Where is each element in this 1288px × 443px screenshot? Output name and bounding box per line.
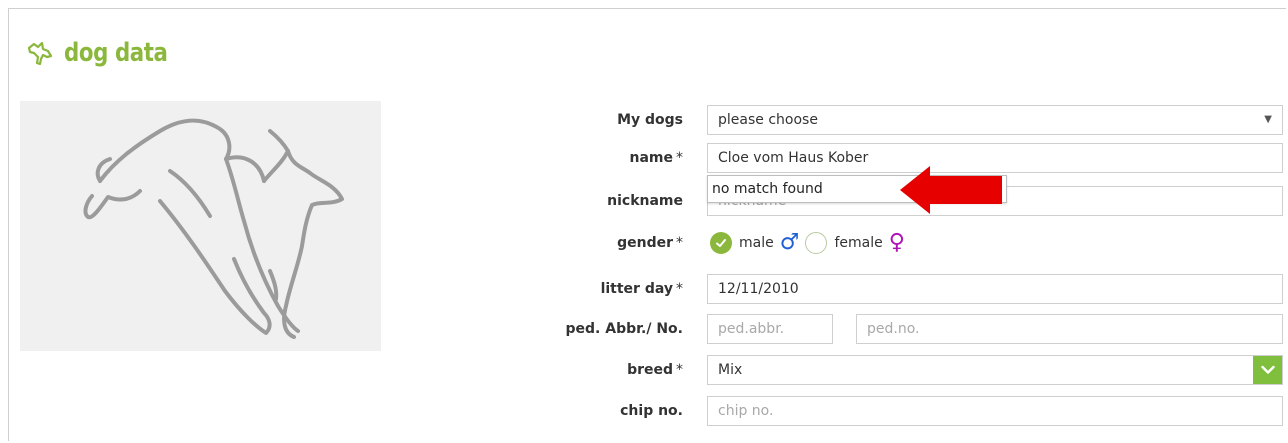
breed-select-value: Mix <box>718 362 743 378</box>
gender-female-radio[interactable] <box>805 232 828 254</box>
label-chip: chip no. <box>620 403 683 419</box>
male-symbol-icon: ♂ <box>779 230 800 255</box>
label-my-dogs: My dogs <box>617 112 683 128</box>
label-litter-day: litter day * <box>600 281 683 297</box>
my-dogs-select[interactable]: please choose ▼ <box>707 105 1283 135</box>
dog-silhouette-icon <box>83 118 344 339</box>
check-icon <box>716 239 726 247</box>
ped-no-input[interactable] <box>856 314 1283 344</box>
dog-photo-placeholder[interactable] <box>20 101 381 351</box>
label-name: name * <box>629 150 684 166</box>
gender-radio-group: male ♂ female ♀ <box>710 228 911 258</box>
ped-abbr-input[interactable] <box>707 314 833 344</box>
my-dogs-select-value: please choose <box>718 112 818 128</box>
chevron-down-icon: ▼ <box>1264 114 1272 125</box>
page-title: dog data <box>26 33 190 73</box>
name-input-value: Cloe vom Haus Kober <box>718 150 869 166</box>
female-symbol-icon: ♀ <box>888 230 905 255</box>
page-title-text: dog data <box>64 38 168 68</box>
gender-female-label: female <box>834 235 883 251</box>
chevron-down-icon <box>1261 365 1275 374</box>
label-ped: ped. Abbr./ No. <box>565 321 683 337</box>
label-breed: breed * <box>627 362 683 378</box>
label-gender: gender * <box>617 235 683 251</box>
litter-day-value: 12/11/2010 <box>718 281 799 297</box>
red-arrow-indicator <box>900 166 1002 214</box>
gender-male-label: male <box>739 235 774 251</box>
dog-head-icon <box>27 41 53 66</box>
litter-day-input[interactable]: 12/11/2010 <box>707 274 1283 304</box>
breed-select[interactable]: Mix <box>707 355 1283 385</box>
gender-male-radio[interactable] <box>710 232 732 254</box>
chip-input[interactable] <box>707 396 1283 426</box>
breed-dropdown-button[interactable] <box>1253 356 1282 384</box>
label-nickname: nickname <box>607 193 683 209</box>
no-match-message: no match found <box>712 181 823 197</box>
